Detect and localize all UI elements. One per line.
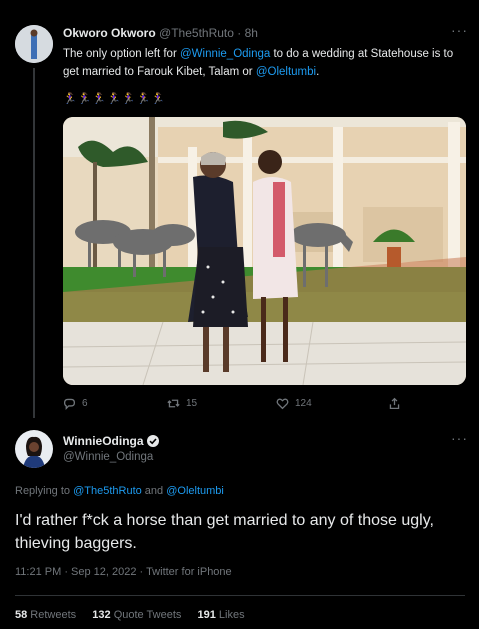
share-button[interactable] <box>388 397 401 410</box>
display-name[interactable]: Okworo Okworo <box>63 26 156 40</box>
tweet-timestamp[interactable]: 11:21 PM · Sep 12, 2022 · Twitter for iP… <box>15 566 232 578</box>
like-count: 124 <box>295 398 312 409</box>
mention-link[interactable]: @The5thRuto <box>73 485 142 497</box>
emoji-row: 🏃‍♀️🏃‍♀️🏃‍♀️🏃‍♀️🏃‍♀️🏃‍♀️🏃‍♀️ <box>63 93 166 105</box>
reply-button[interactable]: 6 <box>63 397 88 410</box>
more-icon[interactable]: ··· <box>451 430 468 446</box>
share-icon <box>389 397 400 410</box>
retweet-icon <box>167 399 180 408</box>
mention-link[interactable]: @Winnie_Odinga <box>180 48 270 60</box>
retweets-stat[interactable]: 58 Retweets <box>15 609 76 621</box>
avatar-winnie[interactable] <box>15 430 53 468</box>
divider <box>15 595 465 596</box>
retweet-button[interactable]: 15 <box>167 397 197 410</box>
like-button[interactable]: 124 <box>276 397 312 410</box>
reply-icon <box>63 398 76 410</box>
mention-link[interactable]: @Oleltumbi <box>256 66 316 78</box>
quote-tweets-stat[interactable]: 132 Quote Tweets <box>92 609 181 621</box>
reply-count: 6 <box>82 398 88 409</box>
avatar-okworo[interactable] <box>15 25 53 63</box>
tweet-stats: 58 Retweets 132 Quote Tweets 191 Likes <box>15 609 245 621</box>
handle[interactable]: @Winnie_Odinga <box>63 451 153 463</box>
handle[interactable]: @The5thRuto <box>159 26 234 40</box>
timestamp[interactable]: · 8h <box>237 26 258 40</box>
tweet-text: The only option left for @Winnie_Odinga … <box>63 48 454 78</box>
verified-badge-icon <box>146 435 159 447</box>
retweet-count: 15 <box>186 398 198 409</box>
likes-stat[interactable]: 191 Likes <box>198 609 245 621</box>
tweet-photo[interactable] <box>63 117 466 385</box>
tweet1-header: Okworo Okworo @The5thRuto · 8h <box>63 26 258 40</box>
tweet2-header: WinnieOdinga <box>63 434 159 448</box>
more-icon[interactable]: ··· <box>451 22 468 38</box>
display-name[interactable]: WinnieOdinga <box>63 434 144 448</box>
mention-link[interactable]: @Oleltumbi <box>166 485 224 497</box>
like-icon <box>276 398 289 410</box>
tweet-text: I'd rather f*ck a horse than get married… <box>15 512 434 552</box>
replying-to: Replying to @The5thRuto and @Oleltumbi <box>15 485 224 497</box>
thread-line <box>33 68 35 418</box>
